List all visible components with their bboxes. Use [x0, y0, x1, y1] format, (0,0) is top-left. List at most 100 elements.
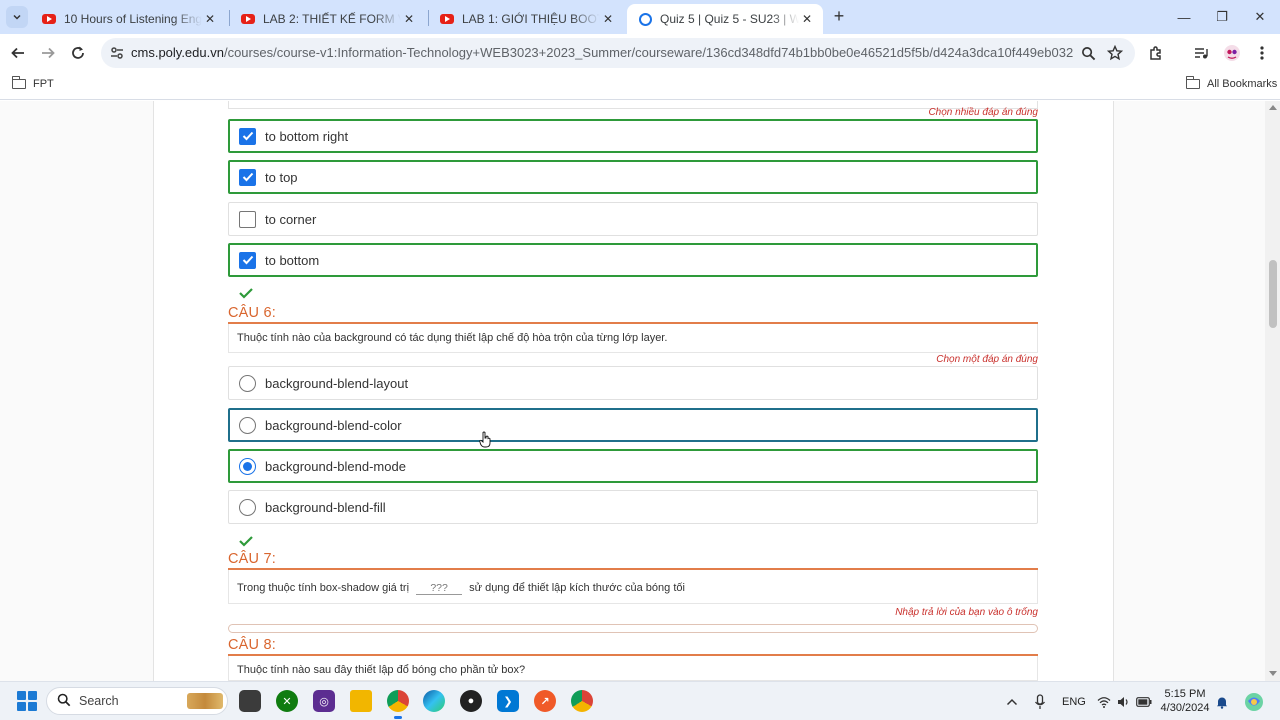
q5-option-to-corner[interactable]: to corner	[228, 202, 1038, 236]
q5-option-to-bottom[interactable]: to bottom	[228, 243, 1038, 277]
option-label: to bottom	[265, 252, 320, 268]
edge-icon[interactable]	[423, 690, 445, 712]
file-explorer-icon[interactable]	[350, 690, 372, 712]
search-placeholder: Search	[79, 694, 119, 708]
radio-unselected[interactable]	[239, 498, 256, 516]
menu-kebab-icon[interactable]	[1251, 42, 1273, 64]
check-icon	[242, 172, 253, 182]
q6-option-blend-color[interactable]: background-blend-color	[228, 408, 1038, 442]
address-bar[interactable]: cms.poly.edu.vn/courses/course-v1:Inform…	[101, 38, 1135, 68]
scroll-thumb[interactable]	[1269, 260, 1277, 328]
url-text[interactable]: cms.poly.edu.vn/courses/course-v1:Inform…	[131, 45, 1073, 60]
volume-icon[interactable]	[1117, 682, 1129, 720]
bookmark-star-icon[interactable]	[1106, 44, 1124, 62]
q7-title: CÂU 7:	[228, 551, 276, 567]
profile-avatar-icon[interactable]	[1221, 42, 1243, 64]
xbox-icon[interactable]: ✕	[276, 690, 298, 712]
chevron-down-icon	[13, 14, 21, 20]
microphone-icon[interactable]	[1034, 682, 1046, 720]
close-icon[interactable]: ✕	[202, 11, 218, 27]
search-icon	[57, 693, 71, 710]
checkbox-checked[interactable]	[239, 127, 256, 145]
bookmark-fpt[interactable]: FPT	[11, 76, 54, 90]
youtube-icon	[241, 14, 255, 24]
close-icon[interactable]: ✕	[401, 11, 417, 27]
tab-title: LAB 1: GIỚI THIỆU BOOTSTRAP	[462, 12, 600, 26]
radio-unselected[interactable]	[239, 416, 256, 434]
q6-option-blend-layout[interactable]: background-blend-layout	[228, 366, 1038, 400]
q7-question-text: Trong thuộc tính box-shadow giá trị ??? …	[228, 570, 1038, 604]
new-tab-button[interactable]: +	[829, 7, 849, 27]
forward-button[interactable]	[36, 41, 60, 65]
windows-taskbar: Search ✕ ◎ ● ❯ ↗ ENG 5:15 PM 4/30/2024	[0, 681, 1280, 720]
checkbox-unchecked[interactable]	[239, 210, 256, 228]
tab-youtube-listening[interactable]: 10 Hours of Listening English Pr ✕	[30, 4, 226, 34]
q8-question-text: Thuộc tính nào sau đây thiết lập đổ bóng…	[228, 656, 1038, 681]
radio-unselected[interactable]	[239, 374, 256, 392]
vscode-icon[interactable]: ❯	[497, 690, 519, 712]
show-hidden-icons-chevron-icon[interactable]	[1006, 682, 1018, 720]
all-bookmarks[interactable]: All Bookmarks	[1185, 76, 1278, 90]
copilot-icon[interactable]	[1244, 682, 1264, 720]
close-icon[interactable]: ✕	[799, 11, 815, 27]
all-bookmarks-label: All Bookmarks	[1207, 78, 1278, 90]
tab-title: LAB 2: THIẾT KẾ FORM VỚI BOOTSTRAP	[263, 12, 401, 26]
chrome-profile-icon[interactable]	[571, 690, 593, 712]
clock-time: 5:15 PM	[1164, 688, 1206, 700]
check-icon	[242, 131, 253, 141]
page-scrollbar[interactable]	[1265, 101, 1280, 681]
extensions-icon[interactable]	[1145, 42, 1167, 64]
q6-hint: Chọn một đáp án đúng	[936, 354, 1038, 365]
q6-option-blend-mode[interactable]: background-blend-mode	[228, 449, 1038, 483]
q5-option-to-bottom-right[interactable]: to bottom right	[228, 119, 1038, 153]
scroll-down-arrow-icon[interactable]	[1269, 671, 1277, 676]
check-icon	[242, 255, 253, 265]
tab-quiz-5[interactable]: Quiz 5 | Quiz 5 - SU23 | WEB3023 ✕	[627, 4, 823, 34]
search-highlight-image	[187, 693, 223, 709]
youtube-icon	[42, 14, 56, 24]
system-clock[interactable]: 5:15 PM 4/30/2024	[1160, 687, 1210, 715]
site-info-icon[interactable]	[109, 45, 125, 61]
taskbar-search[interactable]: Search	[46, 687, 228, 715]
obs-icon[interactable]: ●	[460, 690, 482, 712]
option-label: background-blend-layout	[265, 375, 409, 391]
tab-youtube-lab1[interactable]: LAB 1: GIỚI THIỆU BOOTSTRAP ✕	[428, 4, 624, 34]
q6-correct-check-icon	[239, 536, 253, 547]
checkbox-checked[interactable]	[239, 251, 256, 269]
checkbox-checked[interactable]	[239, 168, 256, 186]
scroll-up-arrow-icon[interactable]	[1269, 105, 1277, 110]
battery-icon[interactable]	[1136, 682, 1152, 720]
task-view-icon[interactable]	[239, 690, 261, 712]
chrome-active-indicator	[394, 716, 402, 719]
close-icon[interactable]: ✕	[600, 11, 616, 27]
zoom-search-icon[interactable]	[1079, 44, 1097, 62]
q6-option-blend-fill[interactable]: background-blend-fill	[228, 490, 1038, 524]
youtube-icon	[440, 14, 454, 24]
q5-correct-check-icon	[239, 288, 253, 299]
postman-icon[interactable]: ↗	[534, 690, 556, 712]
chrome-icon[interactable]	[387, 690, 409, 712]
q7-text-before: Trong thuộc tính box-shadow giá trị	[237, 582, 410, 594]
option-label: to corner	[265, 211, 317, 227]
tab-search-button[interactable]	[6, 6, 28, 28]
language-indicator[interactable]: ENG	[1062, 682, 1086, 720]
loading-icon	[639, 12, 652, 26]
wifi-icon[interactable]	[1097, 682, 1111, 720]
tab-title: Quiz 5 | Quiz 5 - SU23 | WEB3023	[660, 12, 799, 26]
media-control-icon[interactable]	[1190, 42, 1212, 64]
q5-option-to-top[interactable]: to top	[228, 160, 1038, 194]
q7-answer-input[interactable]	[228, 624, 1038, 633]
notification-bell-icon[interactable]	[1216, 682, 1228, 720]
q7-hint: Nhập trả lời của bạn vào ô trống	[895, 607, 1038, 618]
clipchamp-icon[interactable]: ◎	[313, 690, 335, 712]
tab-youtube-lab2[interactable]: LAB 2: THIẾT KẾ FORM VỚI BOOTSTRAP ✕	[229, 4, 425, 34]
close-window-button[interactable]: ✕	[1236, 0, 1280, 34]
radio-selected[interactable]	[239, 457, 256, 475]
folder-icon	[11, 76, 26, 89]
arrow-left-icon	[11, 47, 24, 59]
reload-button[interactable]	[66, 41, 90, 65]
windows-start-icon[interactable]	[17, 691, 37, 711]
back-button[interactable]	[6, 41, 30, 65]
browser-toolbar: cms.poly.edu.vn/courses/course-v1:Inform…	[0, 34, 1280, 72]
option-label: background-blend-mode	[265, 458, 406, 474]
